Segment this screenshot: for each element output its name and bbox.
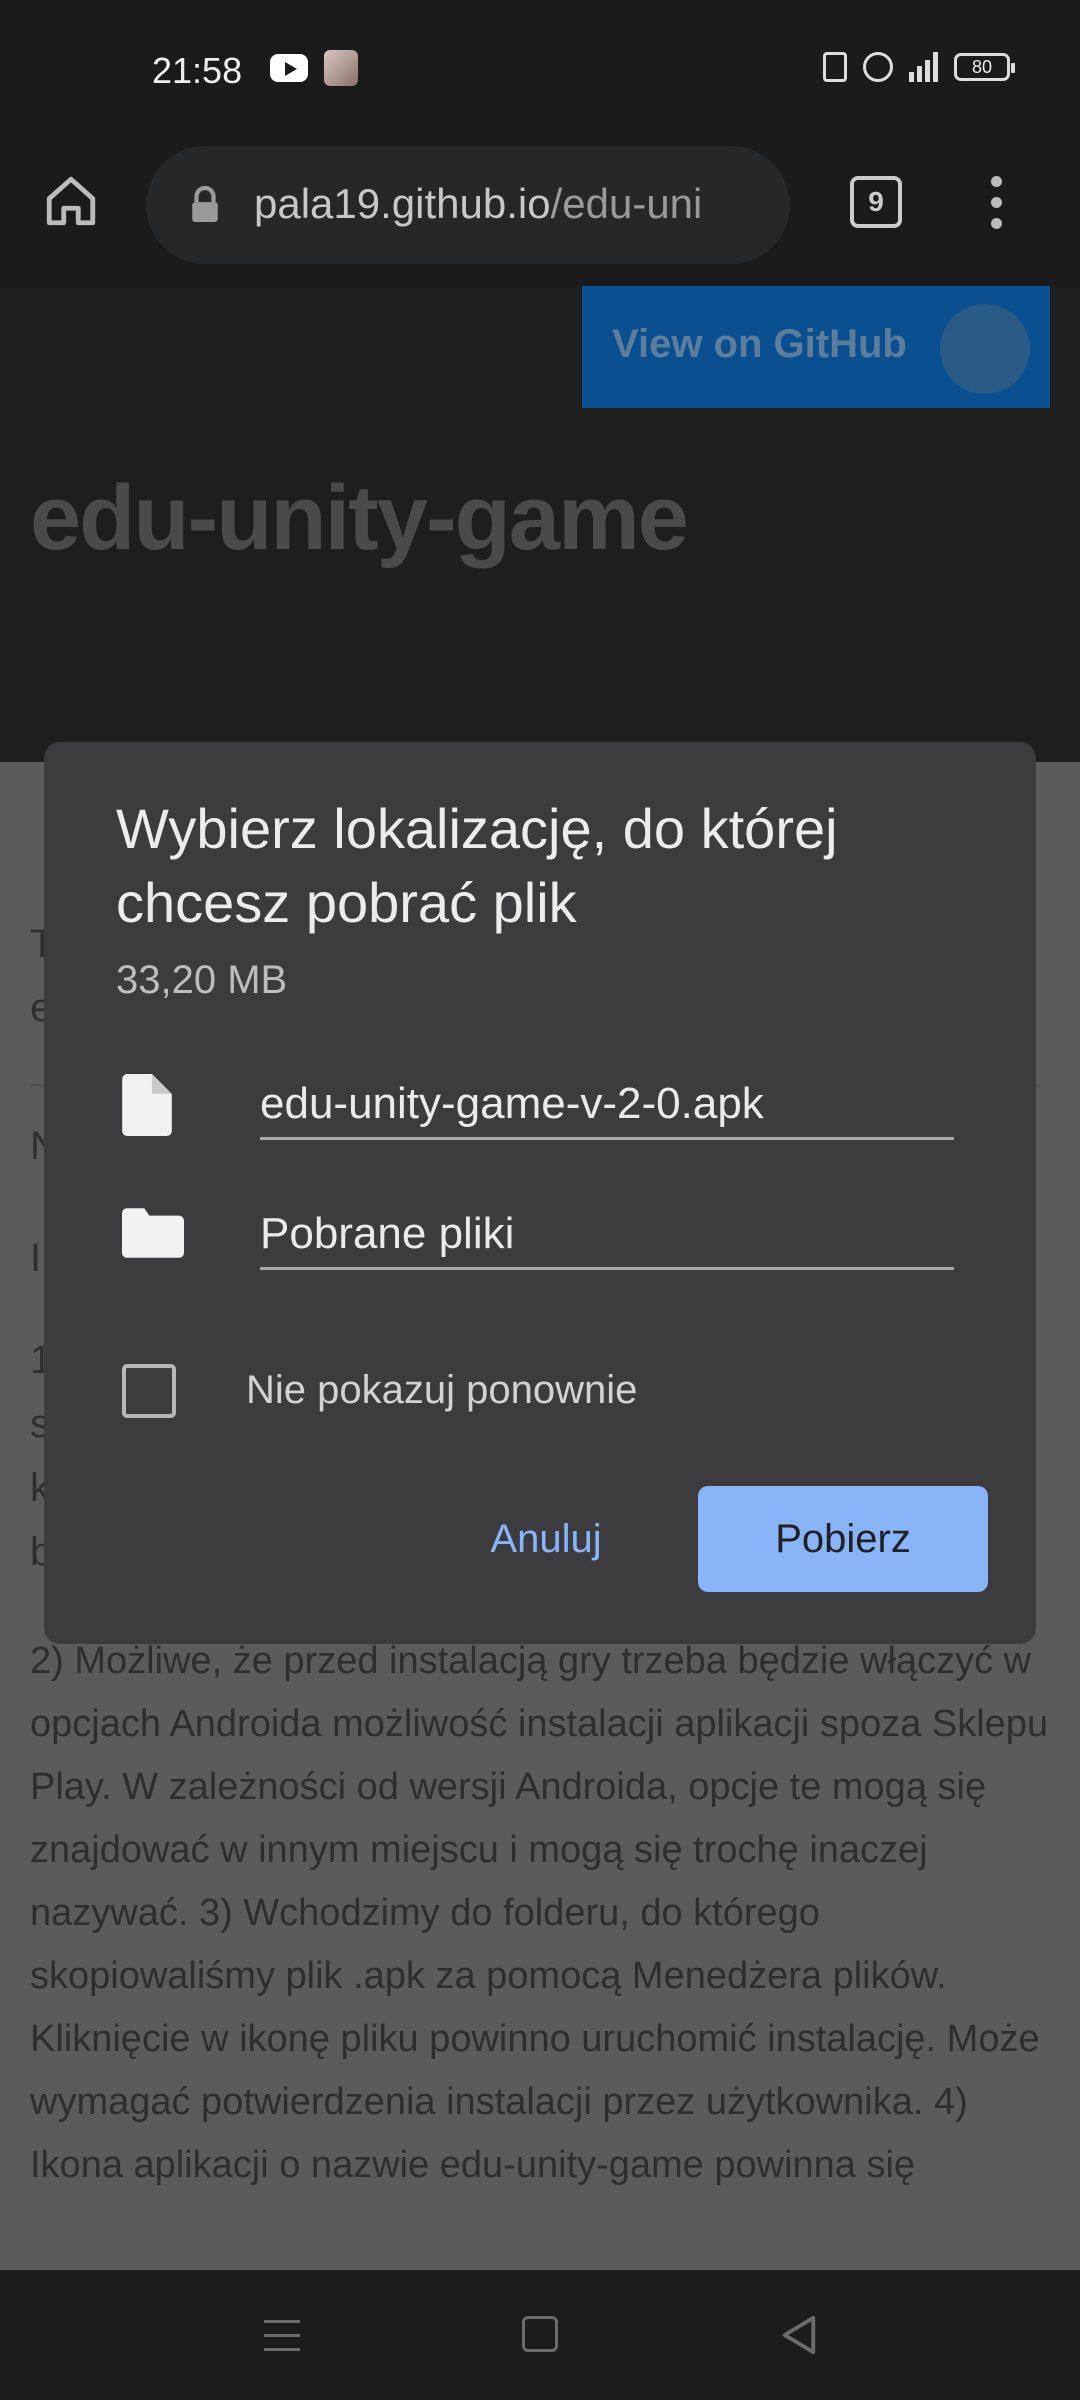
status-time: 21:58 — [152, 50, 243, 91]
file-size: 33,20 MB — [116, 958, 288, 1002]
dialog-title: Wybierz lokalizację, do której chcesz po… — [116, 797, 838, 934]
folder-icon — [122, 1208, 184, 1258]
address-bar[interactable]: pala19.github.io/edu-uni — [146, 146, 790, 264]
nfc-icon — [823, 52, 847, 82]
page-header: View on GitHub edu-unity-game — [0, 286, 1080, 762]
page-title: edu-unity-game — [30, 467, 689, 569]
url-host: pala19.github.io — [254, 180, 551, 227]
github-button-label: View on GitHub — [612, 322, 907, 366]
back-icon[interactable] — [778, 2314, 818, 2356]
dont-show-again-label[interactable]: Nie pokazuj ponownie — [246, 1368, 637, 1413]
navigation-bar — [0, 2270, 1080, 2400]
youtube-icon — [270, 54, 308, 82]
file-icon — [122, 1074, 172, 1136]
home-icon[interactable] — [42, 172, 100, 230]
lock-icon — [192, 186, 218, 222]
url-path: /edu-uni — [550, 180, 703, 227]
download-location-dialog: Wybierz lokalizację, do której chcesz po… — [44, 742, 1036, 1644]
filename-field[interactable]: edu-unity-game-v-2-0.apk — [260, 1074, 954, 1140]
status-icons: 80 — [823, 52, 1015, 82]
instructions-text: 2) Możliwe, że przed instalacją gry trze… — [30, 1640, 1049, 2186]
alarm-icon — [863, 52, 893, 82]
download-button[interactable]: Pobierz — [698, 1486, 988, 1592]
cancel-button[interactable]: Anuluj — [456, 1486, 636, 1592]
url-text: pala19.github.io/edu-uni — [254, 180, 764, 228]
status-bar: 21:58 80 — [0, 0, 1080, 140]
view-on-github-button[interactable]: View on GitHub — [582, 286, 1050, 408]
signal-icon — [909, 52, 938, 82]
browser-toolbar: pala19.github.io/edu-uni 9 — [0, 140, 1080, 286]
dont-show-again-checkbox[interactable] — [122, 1364, 176, 1418]
home-nav-icon[interactable] — [522, 2316, 558, 2352]
recent-apps-icon[interactable] — [264, 2320, 300, 2352]
battery-icon: 80 — [954, 53, 1015, 81]
text-stub: I — [30, 1236, 42, 1280]
tab-switcher-button[interactable]: 9 — [850, 176, 902, 228]
folder-field[interactable]: Pobrane pliki — [260, 1204, 954, 1270]
avatar-icon — [324, 50, 358, 86]
github-icon — [940, 304, 1030, 394]
overflow-menu-icon[interactable] — [978, 176, 1014, 236]
